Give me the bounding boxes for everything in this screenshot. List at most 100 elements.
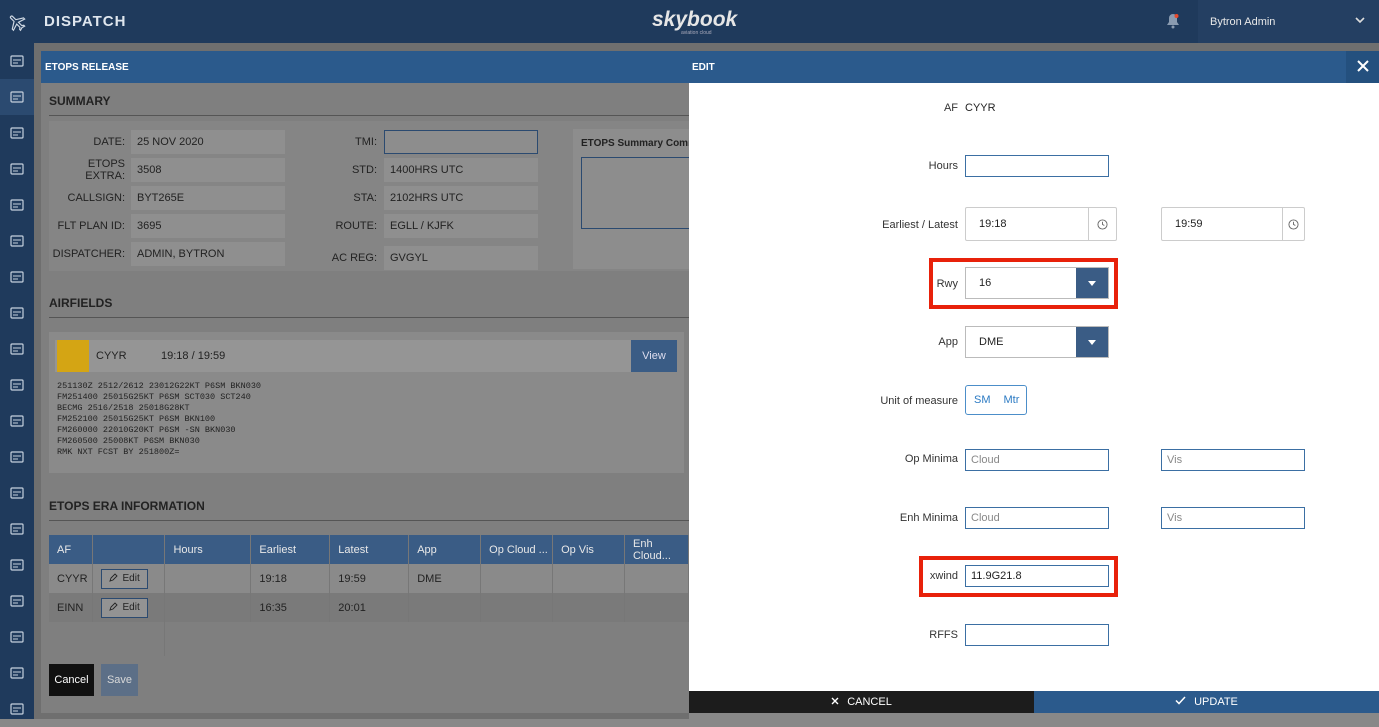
monitor-icon[interactable] xyxy=(0,151,34,187)
pencil-icon xyxy=(109,572,119,585)
earliest-time-input[interactable]: 19:18 xyxy=(965,207,1117,241)
column-header[interactable]: Latest xyxy=(329,535,410,564)
warning-icon[interactable] xyxy=(0,619,34,655)
summary-row: DISPATCHER: ADMIN, BYTRON xyxy=(49,242,285,266)
grid-icon[interactable] xyxy=(0,43,34,79)
weather-icon[interactable] xyxy=(0,259,34,295)
sliders-icon[interactable] xyxy=(0,691,34,727)
airfields-title: AIRFIELDS xyxy=(49,296,113,310)
display-icon[interactable] xyxy=(0,439,34,475)
file-icon[interactable] xyxy=(0,547,34,583)
op-vis-input[interactable]: Vis xyxy=(1161,449,1305,471)
edit-label: Edit xyxy=(122,573,140,584)
summary-value: 2102HRS UTC xyxy=(384,186,538,210)
summary-row: ROUTE: EGLL / KJFK xyxy=(301,214,538,238)
chevron-down-icon[interactable] xyxy=(1076,327,1108,357)
route-icon[interactable] xyxy=(0,115,34,151)
column-header[interactable]: App xyxy=(408,535,482,564)
edit-panel-header: EDIT xyxy=(689,51,1379,83)
column-header[interactable] xyxy=(92,535,166,564)
table-row: CYYR Edit 19:18 19:59 DME xyxy=(49,564,689,593)
xwind-input[interactable]: 11.9G21.8 xyxy=(965,565,1109,587)
table-cell xyxy=(480,564,554,593)
table-cell-earliest: 16:35 xyxy=(250,593,331,622)
latest-value: 19:59 xyxy=(1175,218,1203,230)
chevron-down-icon[interactable] xyxy=(1076,268,1108,298)
unit-option-mtr[interactable]: Mtr xyxy=(991,394,1020,406)
edit-title: EDIT xyxy=(692,62,715,73)
column-header[interactable]: Op Vis xyxy=(552,535,625,564)
edit-row-button[interactable]: Edit xyxy=(101,597,148,618)
save-button[interactable]: Save xyxy=(101,664,138,696)
checklist-icon[interactable] xyxy=(0,367,34,403)
tool-icon[interactable] xyxy=(0,655,34,691)
summary-label: DATE: xyxy=(93,136,125,148)
summary-row: FLT PLAN ID: 3695 xyxy=(49,214,285,238)
summary-label: TMI: xyxy=(355,136,377,148)
enh-vis-input[interactable]: Vis xyxy=(1161,507,1305,529)
pin-icon[interactable] xyxy=(0,295,34,331)
summary-row: CALLSIGN: BYT265E xyxy=(49,186,285,210)
user-menu[interactable]: Bytron Admin xyxy=(1198,0,1379,43)
column-header[interactable]: AF xyxy=(49,535,94,564)
document-icon[interactable] xyxy=(0,187,34,223)
plane-icon[interactable] xyxy=(0,0,34,43)
summary-value: ADMIN, BYTRON xyxy=(131,242,285,266)
user-name: Bytron Admin xyxy=(1210,15,1276,28)
screens-icon[interactable] xyxy=(0,583,34,619)
summary-value: 3508 xyxy=(131,158,285,182)
update-button[interactable]: UPDATE xyxy=(1034,691,1379,713)
settings-icon[interactable] xyxy=(0,475,34,511)
edit-form: AF CYYR Hours Earliest / Latest 19:18 19… xyxy=(689,83,1379,691)
divider xyxy=(49,317,689,318)
summary-value[interactable] xyxy=(384,130,538,154)
metar-text: 251130Z 2512/2612 23012G22KT P6SM BKN030… xyxy=(57,381,262,457)
hours-input[interactable] xyxy=(965,155,1109,177)
plane-icon[interactable] xyxy=(0,79,34,115)
edit-cell: Edit xyxy=(92,593,166,622)
column-header[interactable]: Hours xyxy=(164,535,252,564)
earliest-value: 19:18 xyxy=(979,218,1007,230)
op-cloud-placeholder: Cloud xyxy=(971,454,1000,466)
rwy-select[interactable]: 16 xyxy=(965,267,1109,299)
summary-label: ROUTE: xyxy=(335,220,377,232)
edit-cancel-button[interactable]: CANCEL xyxy=(689,691,1034,713)
bell-icon[interactable] xyxy=(1166,13,1180,32)
rffs-input[interactable] xyxy=(965,624,1109,646)
clock-icon[interactable] xyxy=(1282,208,1304,240)
close-button[interactable] xyxy=(1346,51,1379,83)
summary-label: STA: xyxy=(353,192,377,204)
summary-row: DATE: 25 NOV 2020 xyxy=(49,130,285,154)
divider xyxy=(49,115,689,116)
edit-row-button[interactable]: Edit xyxy=(101,568,148,589)
op-vis-placeholder: Vis xyxy=(1167,454,1183,466)
network-icon[interactable] xyxy=(0,223,34,259)
comment-title: ETOPS Summary Comm xyxy=(581,138,689,149)
safe-icon[interactable] xyxy=(0,331,34,367)
cancel-button[interactable]: Cancel xyxy=(49,664,94,696)
op-cloud-input[interactable]: Cloud xyxy=(965,449,1109,471)
latest-time-input[interactable]: 19:59 xyxy=(1161,207,1305,241)
app-select[interactable]: DME xyxy=(965,326,1109,358)
view-button[interactable]: View xyxy=(631,340,677,372)
column-header[interactable]: Enh Cloud... xyxy=(624,535,689,564)
rwy-value: 16 xyxy=(979,277,992,289)
summary-row: STA: 2102HRS UTC xyxy=(301,186,538,210)
clock-icon[interactable] xyxy=(1088,208,1116,240)
column-header[interactable]: Earliest xyxy=(250,535,331,564)
user-icon[interactable] xyxy=(0,511,34,547)
earliest-latest-label: Earliest / Latest xyxy=(882,219,958,231)
unit-option-sm[interactable]: SM xyxy=(966,394,991,406)
comment-input[interactable] xyxy=(581,157,689,229)
library-icon[interactable] xyxy=(0,403,34,439)
enh-cloud-input[interactable]: Cloud xyxy=(965,507,1109,529)
table-cell xyxy=(624,593,689,622)
pencil-icon xyxy=(109,601,119,614)
table-cell-app xyxy=(408,593,482,622)
summary-label: DISPATCHER: xyxy=(52,248,125,260)
column-header[interactable]: Op Cloud ... xyxy=(480,535,554,564)
summary-label: STD: xyxy=(351,164,377,176)
chevron-down-icon xyxy=(1355,15,1365,28)
summary-label: FLT PLAN ID: xyxy=(57,220,125,232)
table-cell-af: EINN xyxy=(49,593,94,622)
